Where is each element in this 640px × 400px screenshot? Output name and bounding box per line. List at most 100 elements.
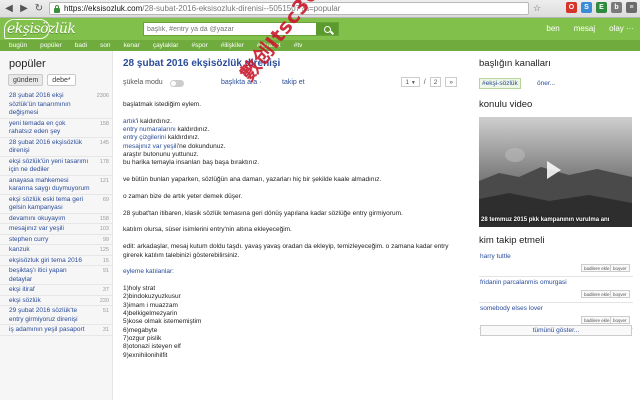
- entry-line: ve bütün bunları yaparken, sözlüğün ana …: [123, 176, 382, 184]
- video-heading: konulu video: [479, 99, 533, 110]
- add-buddy-button[interactable]: badilere ekle: [581, 316, 613, 324]
- add-buddy-button[interactable]: badilere ekle: [581, 290, 613, 298]
- topic-count: 2306: [96, 93, 109, 99]
- topic-list: 28 şubat 2016 ekşi sözlük'ün tanarımının…: [0, 91, 113, 336]
- play-icon[interactable]: [547, 161, 561, 179]
- entry-line: 8)otonazi isteyen elf: [123, 343, 181, 351]
- extension-icon[interactable]: E: [596, 2, 607, 13]
- topic-item[interactable]: beşiktaş'ı itici yapan detaylar 91: [0, 266, 113, 285]
- topic-item[interactable]: stephen curry 99: [0, 235, 113, 245]
- channel-link[interactable]: son: [100, 42, 110, 49]
- topic-title-text: kanzuk: [9, 246, 30, 253]
- topic-count: 15: [102, 257, 109, 264]
- entry-link[interactable]: artık: [123, 118, 136, 125]
- topic-item[interactable]: anayasa mahkemesi kararına saygı duymuyo…: [0, 176, 113, 195]
- extension-icons: O S Eb ≡: [566, 2, 637, 13]
- chevron-down-icon: ▼: [410, 80, 416, 86]
- dismiss-button[interactable]: boşver: [610, 264, 630, 272]
- topic-title-text: ekşi itiraf: [9, 286, 35, 293]
- topic-item[interactable]: 29 şubat 2016 sözlük'te entry girmiyoruz…: [0, 306, 113, 325]
- entry-line[interactable]: eyleme katılanlar:: [123, 268, 458, 276]
- topic-item[interactable]: 28 şubat 2016 ekşi sözlük'ün tanarımının…: [0, 91, 113, 119]
- topic-item[interactable]: 28 şubat 2016 ekşisözlük direnişi 145: [0, 138, 113, 157]
- channel-link[interactable]: çaylaklar: [153, 42, 179, 49]
- back-icon[interactable]: ◀: [3, 2, 15, 16]
- page-next-button[interactable]: »: [445, 77, 457, 87]
- reload-icon[interactable]: ↻: [33, 2, 45, 16]
- topic-count: 145: [99, 139, 109, 146]
- channel-link[interactable]: badi: [75, 42, 87, 49]
- topic-title-text: ekşi sözlük eski tema geri gelsin kampan…: [9, 195, 84, 212]
- entry-line: artık'i kaldırdınız.: [123, 117, 172, 125]
- dismiss-button[interactable]: boşver: [610, 290, 630, 298]
- topic-item[interactable]: ekşisözluk giri tema 2016 15: [0, 256, 113, 266]
- entry-line: edit: arkadaşlar, mesaj kutum doldu taşd…: [123, 243, 449, 259]
- page-total[interactable]: 2: [429, 77, 442, 87]
- follow-link[interactable]: takip et: [282, 79, 305, 86]
- video-player[interactable]: 28 temmuz 2015 pkk kampanının vurulma an…: [479, 117, 632, 227]
- entry-link[interactable]: entry numaralarını: [123, 126, 176, 133]
- topic-item[interactable]: ekşi sözlük'ün yeni tasarımı için ne ded…: [0, 157, 113, 176]
- topic-item[interactable]: yeni temada en çok rahatsız eden şey 158: [0, 119, 113, 138]
- link-ben[interactable]: ben: [546, 24, 559, 33]
- browser-toolbar: ◀ ▶ ↻ https://eksisozluk.com/28-subat-20…: [0, 0, 640, 18]
- entry-spacer: [123, 260, 458, 269]
- topic-count: 125: [99, 247, 109, 253]
- link-olay[interactable]: olay ···: [609, 24, 634, 33]
- channel-tag[interactable]: #ekşi-sözlük: [479, 78, 521, 89]
- channel-more-link[interactable]: öner...: [537, 80, 555, 87]
- channel-link[interactable]: #ilişkiler: [221, 42, 244, 49]
- extension-icon[interactable]: S: [581, 2, 592, 13]
- extension-icon[interactable]: b: [611, 2, 622, 13]
- entry-spacer: [123, 184, 458, 193]
- tab-debe[interactable]: debe*: [47, 74, 76, 86]
- channel-link[interactable]: #tv: [294, 42, 303, 49]
- topic-count: 121: [99, 177, 109, 184]
- link-mesaj[interactable]: mesaj: [574, 24, 595, 33]
- topic-item[interactable]: iş adamının yeşil pasaport 31: [0, 325, 113, 336]
- channel-link[interactable]: kenar: [124, 42, 140, 49]
- topic-item[interactable]: ekşi sözlük eski tema geri gelsin kampan…: [0, 195, 113, 214]
- page-select[interactable]: 1 ▼: [401, 77, 420, 87]
- channel-link[interactable]: bugün: [9, 42, 27, 49]
- topic-title-text: iş adamının yeşil pasaport: [9, 326, 85, 333]
- entry-line: entry çizgilerini kaldırdınız.: [123, 134, 200, 142]
- page-current: 1: [405, 79, 410, 86]
- dismiss-button[interactable]: boşver: [610, 316, 630, 324]
- topic-item[interactable]: devamını okuyayım 158: [0, 214, 113, 224]
- topic-count: 220: [99, 297, 109, 304]
- show-all-button[interactable]: tümünü göster...: [480, 325, 632, 336]
- topic-item[interactable]: kanzuk 125: [0, 245, 113, 256]
- topic-title-text: 28 şubat 2016 ekşisözlük direnişi: [9, 138, 82, 155]
- topic-count: 31: [102, 327, 109, 333]
- topic-title-text: anayasa mahkemesi kararına saygı duymuyo…: [9, 176, 90, 193]
- channel-link[interactable]: popüler: [40, 42, 62, 49]
- entry-link[interactable]: mesajınız var yeşili: [123, 143, 178, 150]
- sidebar-tabs: gündem debe*: [8, 74, 76, 86]
- logo-text: ekşisözlük: [7, 21, 76, 37]
- follow-user-link[interactable]: harry tuttle: [480, 253, 511, 260]
- channel-link[interactable]: #spor: [191, 42, 207, 49]
- extension-icon[interactable]: ≡: [626, 2, 637, 13]
- entry-line: 6)megabyte: [123, 326, 158, 334]
- entry-line: 2)bindokuzyuzkusur: [123, 293, 181, 301]
- entry-link[interactable]: entry çizgilerini: [123, 134, 166, 141]
- topic-item[interactable]: ekşi itiraf 37: [0, 285, 113, 296]
- add-buddy-button[interactable]: badilere ekle: [581, 264, 613, 272]
- follow-user-link[interactable]: somebody elses lover: [480, 305, 543, 312]
- entry-spacer: [123, 277, 458, 286]
- tab-gundem[interactable]: gündem: [8, 74, 44, 86]
- sukela-toggle[interactable]: [170, 80, 184, 87]
- topic-item[interactable]: ekşi sözlük 220: [0, 296, 113, 306]
- entry-spacer: [123, 168, 458, 177]
- topic-item[interactable]: mesajınız var yeşili 103: [0, 224, 113, 235]
- entry-line: 28 şubat'tan itibaren, klasik sözlük tem…: [123, 209, 403, 217]
- search-button[interactable]: [316, 23, 338, 35]
- topic-count: 158: [99, 120, 109, 127]
- bookmark-star-icon[interactable]: ☆: [533, 3, 541, 14]
- site-logo[interactable]: ekşisözlük: [4, 16, 76, 42]
- extension-icon[interactable]: O: [566, 2, 577, 13]
- forward-icon[interactable]: ▶: [18, 2, 30, 16]
- follow-user-link[interactable]: fridanin parcalanmis omurgasi: [480, 279, 567, 286]
- entry-spacer: [123, 235, 458, 244]
